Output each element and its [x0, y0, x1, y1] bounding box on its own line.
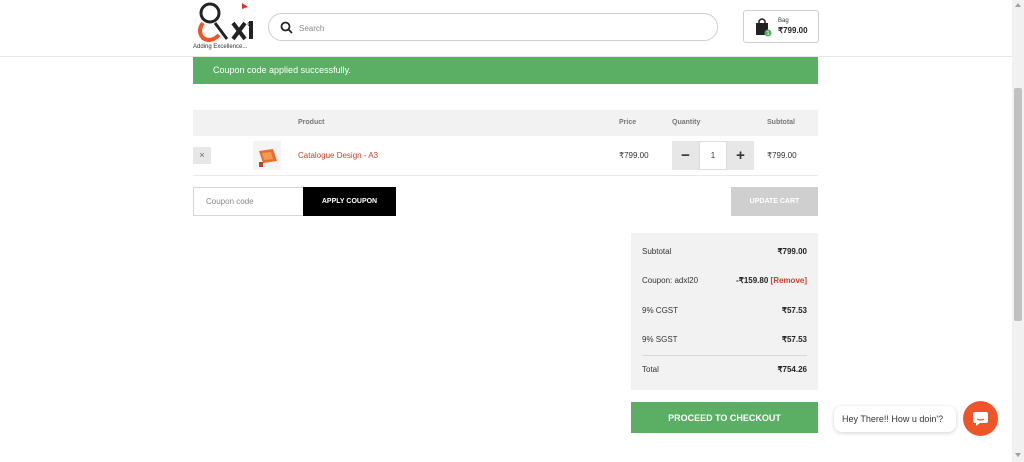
item-subtotal: ₹799.00 — [767, 151, 797, 160]
logo-mark-icon — [198, 2, 253, 42]
total-value: ₹754.26 — [777, 365, 807, 374]
scroll-thumb[interactable] — [1014, 88, 1022, 321]
update-cart-button[interactable]: UPDATE CART — [731, 187, 818, 216]
coupon-value: -₹159.80 — [736, 276, 769, 285]
column-quantity: Quantity — [672, 119, 701, 126]
search-bar[interactable] — [268, 13, 718, 41]
bag-count: 1 — [767, 31, 770, 37]
bag-total: ₹799.00 — [778, 26, 808, 35]
quantity-input[interactable] — [699, 141, 727, 170]
logo-tagline: Adding Excellence... — [193, 44, 248, 50]
apply-coupon-button[interactable]: APPLY COUPON — [303, 187, 396, 216]
sgst-value: ₹57.53 — [781, 335, 807, 344]
coupon-amount: -₹159.80 [Remove] — [736, 276, 807, 285]
total-label: Total — [642, 365, 659, 374]
quantity-increase-button[interactable]: + — [727, 141, 754, 170]
totals-coupon-row: Coupon: adxl20 -₹159.80 [Remove] — [642, 276, 807, 290]
cart-page: Adding Excellence... 1 Bag ₹799.00 Coupo… — [0, 0, 1024, 462]
subtotal-label: Subtotal — [642, 247, 672, 256]
cgst-value: ₹57.53 — [781, 306, 807, 315]
remove-item-button[interactable]: × — [193, 147, 211, 164]
quantity-decrease-button[interactable]: − — [672, 141, 699, 170]
quantity-stepper: − + — [672, 141, 754, 170]
item-price: ₹799.00 — [619, 151, 649, 160]
site-logo[interactable]: Adding Excellence... — [193, 1, 257, 53]
column-price: Price — [619, 119, 637, 126]
product-thumbnail[interactable] — [253, 141, 281, 170]
scroll-up-arrow-icon[interactable] — [1015, 3, 1021, 7]
notice-text: Coupon code applied successfully. — [213, 65, 351, 75]
cart-item-row: × Catalogue Design - A3 ₹799.00 − + ₹799… — [193, 136, 818, 176]
bag-button[interactable]: 1 Bag ₹799.00 — [743, 10, 819, 43]
product-link[interactable]: Catalogue Design - A3 — [298, 151, 378, 160]
page-scrollbar[interactable] — [1012, 0, 1024, 462]
totals-cgst-row: 9% CGST ₹57.53 — [642, 306, 807, 320]
subtotal-value: ₹799.00 — [777, 247, 807, 256]
search-icon[interactable] — [280, 21, 293, 34]
scroll-down-arrow-icon[interactable] — [1015, 453, 1021, 457]
totals-sgst-row: 9% SGST ₹57.53 — [642, 335, 807, 349]
coupon-code-input[interactable] — [193, 187, 304, 216]
proceed-to-checkout-button[interactable]: PROCEED TO CHECKOUT — [631, 402, 818, 433]
cart-table-header: Product Price Quantity Subtotal — [193, 110, 818, 136]
totals-total-row: Total ₹754.26 — [642, 365, 807, 379]
success-notice: Coupon code applied successfully. — [193, 57, 818, 84]
cart-totals: Subtotal ₹799.00 Coupon: adxl20 -₹159.80… — [631, 233, 818, 390]
remove-coupon-link[interactable]: [Remove] — [771, 276, 807, 285]
chat-icon — [973, 412, 988, 426]
coupon-label: Coupon: adxl20 — [642, 276, 699, 285]
column-subtotal: Subtotal — [767, 119, 795, 126]
chat-launcher-button[interactable] — [963, 401, 998, 436]
bag-label: Bag — [778, 18, 789, 24]
totals-divider — [642, 355, 807, 356]
shopping-bag-icon: 1 — [756, 18, 772, 37]
cgst-label: 9% CGST — [642, 306, 679, 315]
column-product: Product — [298, 119, 325, 126]
site-header: Adding Excellence... 1 Bag ₹799.00 — [0, 0, 1012, 57]
search-input[interactable] — [299, 18, 699, 38]
sgst-label: 9% SGST — [642, 335, 678, 344]
totals-subtotal-row: Subtotal ₹799.00 — [642, 247, 807, 261]
chat-greeting-bubble[interactable]: Hey There!! How u doin'? — [834, 406, 956, 432]
